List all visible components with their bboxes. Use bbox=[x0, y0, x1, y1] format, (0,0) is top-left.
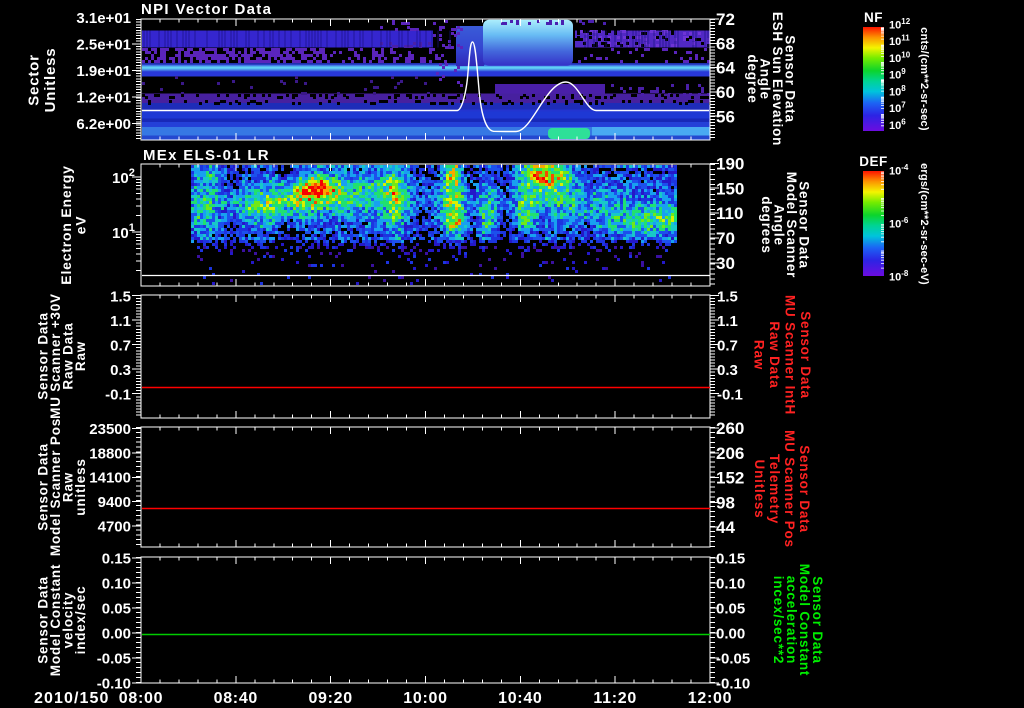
svg-text:3.1e+01: 3.1e+01 bbox=[76, 10, 131, 27]
svg-text:08:40: 08:40 bbox=[214, 690, 258, 707]
svg-text:cnts/(cm**2-sr-sec): cnts/(cm**2-sr-sec) bbox=[918, 27, 930, 131]
svg-text:11:20: 11:20 bbox=[593, 690, 637, 707]
svg-text:DEF: DEF bbox=[859, 154, 888, 169]
svg-text:NF: NF bbox=[864, 10, 883, 25]
svg-text:-0.05: -0.05 bbox=[97, 650, 131, 667]
svg-text:2010/150: 2010/150 bbox=[34, 690, 110, 707]
svg-text:2.5e+01: 2.5e+01 bbox=[76, 36, 131, 53]
svg-text:0.15: 0.15 bbox=[102, 550, 131, 567]
svg-text:206: 206 bbox=[716, 444, 744, 463]
svg-text:12:00: 12:00 bbox=[688, 690, 732, 707]
svg-text:0.7: 0.7 bbox=[717, 337, 738, 354]
svg-text:56: 56 bbox=[716, 107, 735, 126]
svg-text:30: 30 bbox=[716, 254, 735, 273]
svg-text:unitless: unitless bbox=[73, 458, 88, 515]
svg-text:14100: 14100 bbox=[89, 470, 131, 487]
svg-text:1.1: 1.1 bbox=[110, 313, 131, 330]
svg-text:23500: 23500 bbox=[89, 421, 131, 438]
svg-text:1.2e+01: 1.2e+01 bbox=[76, 89, 131, 106]
svg-text:ergs/(cm**2-sr-sec-eV): ergs/(cm**2-sr-sec-eV) bbox=[918, 163, 930, 285]
svg-text:68: 68 bbox=[716, 34, 735, 53]
svg-text:incex/sec**2: incex/sec**2 bbox=[771, 576, 786, 664]
svg-text:0.3: 0.3 bbox=[110, 362, 131, 379]
svg-text:150: 150 bbox=[716, 179, 744, 198]
svg-text:Telemetry: Telemetry bbox=[767, 454, 782, 524]
svg-text:152: 152 bbox=[716, 469, 744, 488]
svg-text:70: 70 bbox=[716, 229, 735, 248]
svg-text:NPI Vector Data: NPI Vector Data bbox=[141, 1, 272, 18]
svg-text:Unitless: Unitless bbox=[42, 48, 59, 113]
svg-text:10:40: 10:40 bbox=[498, 690, 542, 707]
svg-text:260: 260 bbox=[716, 419, 744, 438]
svg-text:1.5: 1.5 bbox=[110, 288, 131, 305]
svg-text:08:00: 08:00 bbox=[119, 690, 163, 707]
svg-text:MEx ELS-01 LR: MEx ELS-01 LR bbox=[143, 147, 270, 164]
svg-text:0.7: 0.7 bbox=[110, 337, 131, 354]
svg-text:0.05: 0.05 bbox=[102, 600, 131, 617]
svg-text:9400: 9400 bbox=[98, 494, 131, 511]
svg-text:eV: eV bbox=[73, 216, 89, 235]
svg-text:4700: 4700 bbox=[98, 519, 131, 536]
svg-text:0.05: 0.05 bbox=[716, 600, 745, 617]
svg-text:index/sec: index/sec bbox=[73, 586, 88, 655]
svg-text:Unitless: Unitless bbox=[752, 460, 767, 519]
svg-text:60: 60 bbox=[716, 83, 735, 102]
svg-text:64: 64 bbox=[716, 59, 735, 78]
svg-text:MU Scanner IntH: MU Scanner IntH bbox=[782, 295, 797, 415]
svg-text:0.00: 0.00 bbox=[716, 625, 745, 642]
svg-text:44: 44 bbox=[716, 518, 735, 537]
svg-text:0.00: 0.00 bbox=[102, 625, 131, 642]
svg-text:degree: degree bbox=[745, 54, 760, 103]
svg-text:Sector: Sector bbox=[26, 54, 43, 106]
svg-text:Raw Data: Raw Data bbox=[767, 321, 782, 388]
svg-text:1.5: 1.5 bbox=[717, 288, 738, 305]
svg-text:190: 190 bbox=[716, 154, 744, 173]
svg-text:09:20: 09:20 bbox=[308, 690, 352, 707]
svg-text:0.10: 0.10 bbox=[716, 575, 745, 592]
svg-text:Sensor Data: Sensor Data bbox=[797, 445, 812, 533]
svg-text:10:00: 10:00 bbox=[403, 690, 447, 707]
svg-text:Raw: Raw bbox=[73, 341, 88, 371]
svg-text:0.3: 0.3 bbox=[717, 362, 738, 379]
svg-text:18800: 18800 bbox=[89, 445, 131, 462]
svg-text:1.9e+01: 1.9e+01 bbox=[76, 63, 131, 80]
svg-text:98: 98 bbox=[716, 493, 735, 512]
svg-text:1.1: 1.1 bbox=[717, 313, 738, 330]
svg-text:0.10: 0.10 bbox=[102, 575, 131, 592]
svg-text:-0.1: -0.1 bbox=[105, 386, 131, 403]
svg-text:72: 72 bbox=[716, 10, 735, 29]
svg-text:-0.05: -0.05 bbox=[716, 650, 750, 667]
svg-text:Raw: Raw bbox=[751, 340, 766, 370]
svg-text:0.15: 0.15 bbox=[716, 550, 745, 567]
svg-text:Sensor Data: Sensor Data bbox=[798, 311, 813, 399]
svg-text:degrees: degrees bbox=[759, 196, 774, 253]
svg-text:-0.1: -0.1 bbox=[717, 386, 743, 403]
svg-text:6.2e+00: 6.2e+00 bbox=[76, 116, 131, 133]
svg-text:110: 110 bbox=[716, 204, 743, 223]
svg-text:MU Scanner Pos: MU Scanner Pos bbox=[782, 430, 797, 548]
